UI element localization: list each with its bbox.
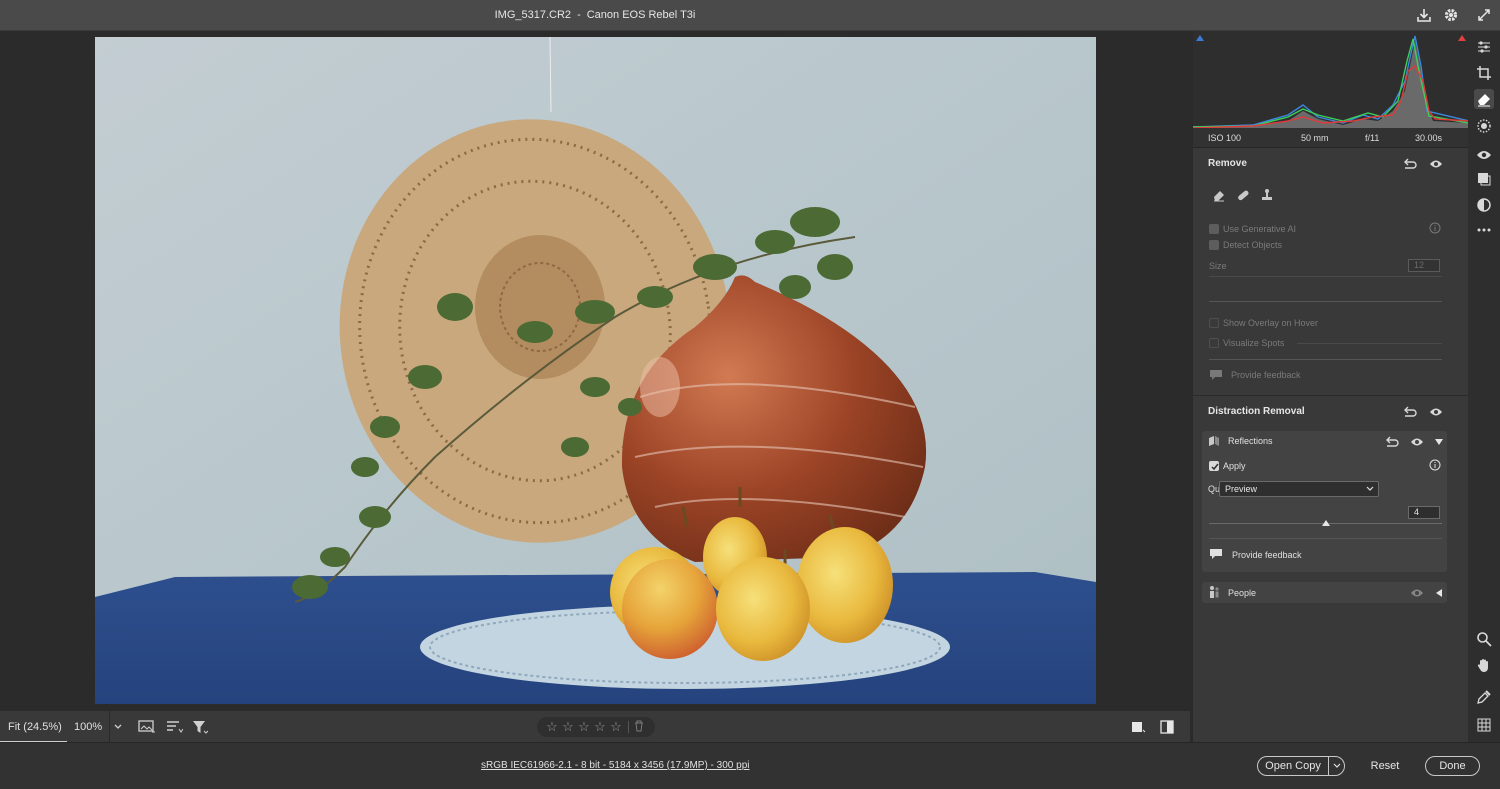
reflections-feedback-link[interactable]: Provide feedback: [1232, 550, 1302, 560]
chevron-down-icon: [1366, 484, 1374, 494]
chevron-down-icon[interactable]: [1329, 757, 1344, 775]
star-icon[interactable]: ☆: [561, 719, 575, 735]
apply-label: Apply: [1223, 461, 1246, 471]
shutter-speed: 30.00s: [1415, 133, 1443, 143]
iso-value: ISO 100: [1208, 133, 1242, 143]
show-overlay-checkbox[interactable]: [1209, 318, 1219, 328]
filter-icon[interactable]: [190, 718, 210, 736]
zoom-100-button[interactable]: 100%: [67, 711, 109, 743]
canvas-toolbar: Fit (24.5%) 100% ☆ ☆ ☆ ☆ ☆: [0, 710, 1190, 743]
crop-icon[interactable]: [1474, 63, 1494, 83]
zoom-fit-button[interactable]: Fit (24.5%): [0, 711, 67, 743]
healing-brush-icon[interactable]: [1235, 188, 1251, 202]
reset-icon[interactable]: [1384, 435, 1400, 449]
hand-icon[interactable]: [1474, 655, 1494, 675]
save-icon[interactable]: [1415, 6, 1433, 24]
remove-feedback-link[interactable]: Provide feedback: [1231, 370, 1301, 380]
canvas-area[interactable]: [0, 31, 1190, 710]
remove-section-title: Remove: [1208, 158, 1247, 169]
quality-select[interactable]: Preview: [1219, 481, 1379, 497]
open-copy-button[interactable]: Open Copy: [1257, 756, 1345, 776]
clone-stamp-icon[interactable]: [1259, 188, 1275, 202]
use-gen-ai-label: Use Generative AI: [1223, 224, 1297, 234]
grid-icon[interactable]: [1474, 715, 1494, 735]
split-view-icon[interactable]: [1157, 718, 1177, 736]
collapse-triangle-icon[interactable]: [1431, 435, 1447, 449]
workflow-options-link[interactable]: sRGB IEC61966-2.1 - 8 bit - 5184 x 3456 …: [481, 760, 749, 771]
reflections-label[interactable]: Reflections: [1228, 436, 1273, 446]
title-bar: IMG_5317.CR2- Canon EOS Rebel T3i: [0, 0, 1500, 31]
camera-name: Canon EOS Rebel T3i: [586, 9, 696, 21]
focal-length: 50 mm: [1301, 133, 1329, 143]
done-button[interactable]: Done: [1425, 756, 1480, 776]
eyedropper-icon[interactable]: [1474, 687, 1494, 707]
eye-icon[interactable]: [1409, 586, 1425, 600]
edit-panel: ISO 100 50 mm f/11 30.00s Remove Use Gen…: [1192, 31, 1469, 742]
reset-icon[interactable]: [1402, 157, 1418, 171]
section-divider: [1193, 395, 1469, 396]
star-icon[interactable]: ☆: [545, 719, 559, 735]
size-slider-track[interactable]: [1209, 276, 1442, 277]
edit-sliders-icon[interactable]: [1474, 37, 1494, 57]
more-icon[interactable]: [1474, 220, 1494, 240]
tool-strip: [1468, 31, 1500, 742]
info-icon[interactable]: [1427, 221, 1443, 235]
eye-icon[interactable]: [1409, 435, 1425, 449]
people-label[interactable]: People: [1228, 588, 1256, 598]
status-bar: sRGB IEC61966-2.1 - 8 bit - 5184 x 3456 …: [0, 742, 1500, 789]
distraction-removal-title: Distraction Removal: [1208, 406, 1305, 417]
masking-icon[interactable]: [1474, 116, 1494, 136]
visualize-spots-slider[interactable]: [1297, 343, 1442, 344]
fullscreen-icon[interactable]: [1475, 6, 1493, 24]
show-overlay-label: Show Overlay on Hover: [1223, 318, 1319, 328]
aperture: f/11: [1365, 133, 1380, 143]
eye-icon[interactable]: [1428, 157, 1444, 171]
detect-objects-checkbox[interactable]: [1209, 240, 1219, 250]
reflections-amount-input[interactable]: 4: [1408, 506, 1440, 519]
presets-icon[interactable]: [1474, 169, 1494, 189]
divider: [1209, 359, 1442, 360]
trash-icon[interactable]: [634, 720, 644, 735]
reset-button[interactable]: Reset: [1365, 756, 1405, 776]
file-name: IMG_5317.CR2: [494, 9, 572, 21]
info-icon[interactable]: [1427, 458, 1443, 472]
red-eye-icon[interactable]: [1474, 145, 1494, 165]
divider: [1209, 301, 1442, 302]
star-icon[interactable]: ☆: [593, 719, 607, 735]
exif-info: ISO 100 50 mm f/11 30.00s: [1193, 128, 1469, 148]
divider: [1209, 538, 1442, 539]
reset-icon[interactable]: [1402, 405, 1418, 419]
people-icon: [1206, 585, 1222, 599]
window-title: IMG_5317.CR2- Canon EOS Rebel T3i: [494, 9, 696, 21]
rating-stars[interactable]: ☆ ☆ ☆ ☆ ☆: [537, 717, 655, 737]
eraser-icon[interactable]: [1211, 188, 1227, 202]
star-icon[interactable]: ☆: [577, 719, 591, 735]
feedback-icon[interactable]: [1208, 368, 1224, 382]
zoom-icon[interactable]: [1474, 629, 1494, 649]
divider: [628, 721, 629, 733]
visualize-spots-label: Visualize Spots: [1223, 338, 1285, 348]
histogram[interactable]: [1193, 31, 1469, 128]
open-copy-label[interactable]: Open Copy: [1258, 757, 1329, 775]
detect-objects-label: Detect Objects: [1223, 240, 1283, 250]
visualize-spots-checkbox[interactable]: [1209, 338, 1219, 348]
before-after-toggle-icon[interactable]: [1128, 718, 1148, 736]
gear-icon[interactable]: [1442, 6, 1460, 24]
reflections-slider-thumb[interactable]: [1321, 520, 1330, 526]
size-value-input[interactable]: 12: [1408, 259, 1440, 272]
photo-preview[interactable]: [95, 37, 1096, 704]
eye-icon[interactable]: [1428, 405, 1444, 419]
size-label: Size: [1209, 261, 1227, 271]
feedback-icon[interactable]: [1208, 547, 1224, 561]
apply-checkbox[interactable]: [1209, 461, 1219, 471]
filmstrip-icon[interactable]: [137, 718, 157, 736]
sort-icon[interactable]: [164, 718, 184, 736]
expand-triangle-icon[interactable]: [1431, 586, 1447, 600]
remove-tool-icon[interactable]: [1474, 89, 1494, 109]
star-icon[interactable]: ☆: [609, 719, 623, 735]
zoom-dropdown-chevron-icon[interactable]: [109, 711, 125, 743]
reflections-icon: [1206, 434, 1222, 448]
use-gen-ai-checkbox[interactable]: [1209, 224, 1219, 234]
snapshots-icon[interactable]: [1474, 195, 1494, 215]
